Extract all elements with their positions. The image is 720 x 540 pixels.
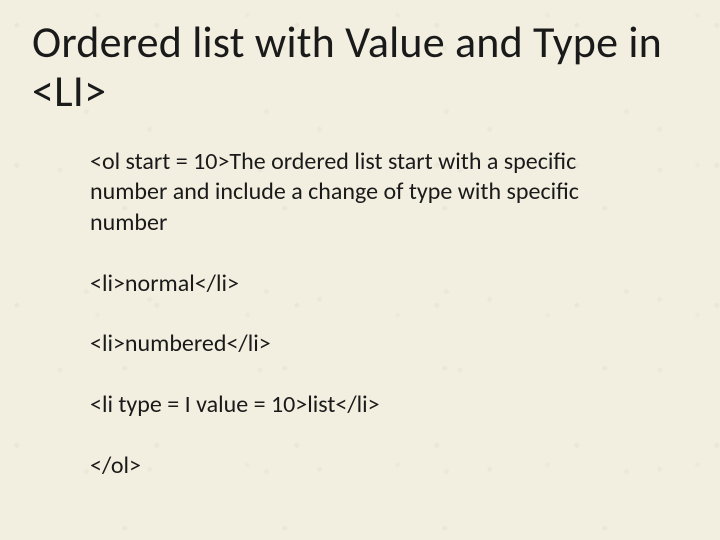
paragraph: <li>normal</li> — [90, 269, 648, 300]
paragraph: <li type = I value = 10>list</li> — [90, 390, 648, 421]
slide-title: Ordered list with Value and Type in <LI> — [32, 18, 688, 117]
slide: Ordered list with Value and Type in <LI>… — [0, 0, 720, 482]
paragraph: <ol start = 10>The ordered list start wi… — [90, 147, 648, 239]
paragraph: </ol> — [90, 451, 648, 482]
slide-body: <ol start = 10>The ordered list start wi… — [32, 147, 688, 482]
paragraph: <li>numbered</li> — [90, 329, 648, 360]
